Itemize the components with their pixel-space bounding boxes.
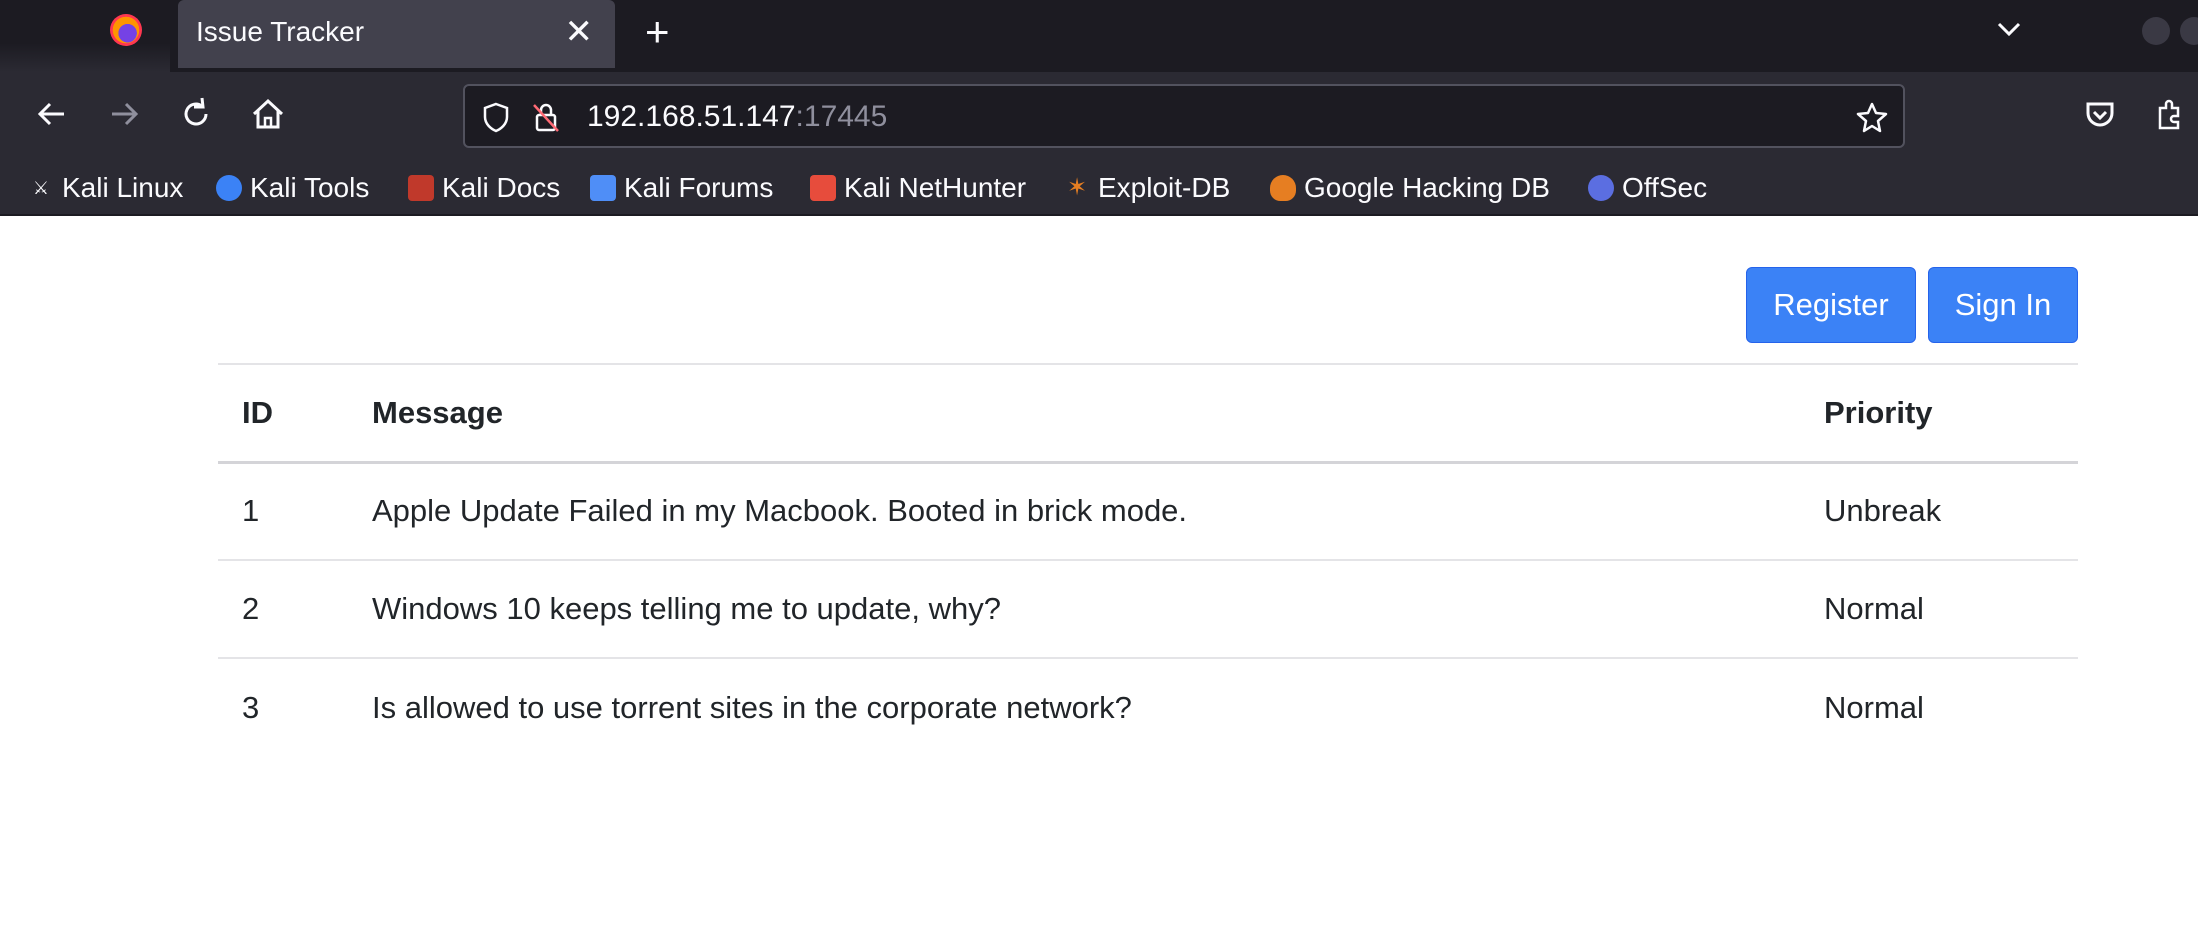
- offsec-icon: [1588, 175, 1614, 201]
- tab-issue-tracker[interactable]: Issue Tracker ✕: [178, 0, 615, 68]
- pocket-icon[interactable]: [2080, 94, 2120, 134]
- back-arrow-icon[interactable]: [32, 94, 72, 134]
- issue-priority: Normal: [1824, 689, 1924, 725]
- kali-docs-icon: [408, 175, 434, 201]
- firefox-logo-icon[interactable]: [110, 14, 142, 46]
- issue-message: Is allowed to use torrent sites in the c…: [372, 689, 1132, 725]
- bookmark-exploit-db[interactable]: ✶ Exploit-DB: [1064, 168, 1230, 208]
- bookmark-label: Kali Tools: [250, 172, 370, 203]
- issue-message: Apple Update Failed in my Macbook. Boote…: [372, 493, 1188, 529]
- column-header-id: ID: [242, 394, 273, 430]
- bookmark-offsec[interactable]: OffSec: [1588, 168, 1707, 208]
- column-header-message: Message: [372, 394, 503, 430]
- issues-table: ID Message Priority 1 Apple Update Faile…: [218, 363, 2078, 756]
- bookmark-kali-forums[interactable]: Kali Forums: [590, 168, 773, 208]
- bookmark-star-icon[interactable]: [1855, 100, 1889, 134]
- issue-id: 1: [242, 493, 260, 529]
- issue-message: Windows 10 keeps telling me to update, w…: [372, 591, 1001, 626]
- ghdb-icon: [1270, 175, 1296, 201]
- forward-arrow-icon[interactable]: [104, 94, 144, 134]
- sign-in-button[interactable]: Sign In: [1928, 267, 2078, 343]
- bookmark-kali-nethunter[interactable]: Kali NetHunter: [810, 168, 1026, 208]
- table-header-row: ID Message Priority: [218, 364, 2078, 462]
- address-bar[interactable]: 192.168.51.147:17445: [463, 84, 1905, 148]
- bookmark-kali-tools[interactable]: Kali Tools: [216, 168, 369, 208]
- register-button[interactable]: Register: [1746, 267, 1916, 343]
- url-host: 192.168.51.147: [587, 100, 796, 133]
- issue-id: 2: [242, 591, 260, 626]
- kali-tools-icon: [216, 175, 242, 201]
- bookmark-kali-linux[interactable]: ⚔ Kali Linux: [28, 168, 183, 208]
- issue-id: 3: [242, 689, 260, 725]
- kali-nethunter-icon: [810, 175, 836, 201]
- bookmark-label: Kali Forums: [624, 172, 774, 203]
- bookmark-label: Exploit-DB: [1098, 172, 1231, 203]
- window-control-icon[interactable]: [2180, 17, 2198, 45]
- url-port: :17445: [795, 100, 888, 133]
- bookmarks-toolbar: ⚔ Kali Linux Kali Tools Kali Docs Kali F…: [0, 160, 2198, 216]
- page-content: Register Sign In ID Message Priority 1 A…: [6, 216, 2198, 926]
- insecure-lock-icon[interactable]: [529, 100, 563, 134]
- kali-forums-icon: [590, 175, 616, 201]
- new-tab-button[interactable]: +: [645, 8, 670, 56]
- issue-priority: Unbreak: [1824, 493, 1942, 529]
- table-row: 2 Windows 10 keeps telling me to update,…: [218, 560, 2078, 658]
- kali-dragon-icon: ⚔: [32, 178, 50, 198]
- bookmark-label: OffSec: [1622, 172, 1708, 203]
- bookmark-label: Kali Docs: [442, 172, 561, 203]
- close-tab-icon[interactable]: ✕: [565, 12, 594, 52]
- issue-priority: Normal: [1824, 591, 1924, 626]
- home-icon[interactable]: [248, 94, 288, 134]
- bookmark-kali-docs[interactable]: Kali Docs: [408, 168, 560, 208]
- tab-strip: Issue Tracker ✕ +: [0, 0, 2198, 72]
- bookmark-label: Kali NetHunter: [844, 172, 1027, 203]
- bookmark-label: Kali Linux: [62, 172, 184, 203]
- window-control-icon[interactable]: [2142, 17, 2170, 45]
- tab-title: Issue Tracker: [196, 16, 365, 47]
- url-text[interactable]: 192.168.51.147:17445: [587, 100, 887, 134]
- table-row: 3 Is allowed to use torrent sites in the…: [218, 658, 2078, 756]
- reload-icon[interactable]: [176, 94, 216, 134]
- tab-strip-shade: [0, 0, 170, 72]
- bookmark-label: Google Hacking DB: [1304, 172, 1550, 203]
- shield-icon[interactable]: [479, 100, 513, 134]
- navigation-toolbar: 192.168.51.147:17445: [0, 72, 2198, 160]
- browser-window: Issue Tracker ✕ + 192.168.51.147:17445 ⚔…: [0, 0, 2198, 926]
- bookmark-google-hacking-db[interactable]: Google Hacking DB: [1270, 168, 1550, 208]
- table-row: 1 Apple Update Failed in my Macbook. Boo…: [218, 462, 2078, 560]
- extensions-icon[interactable]: [2150, 94, 2190, 134]
- chevron-down-icon[interactable]: [1994, 14, 2024, 44]
- column-header-priority: Priority: [1824, 394, 1933, 430]
- exploit-db-icon: ✶: [1066, 174, 1088, 201]
